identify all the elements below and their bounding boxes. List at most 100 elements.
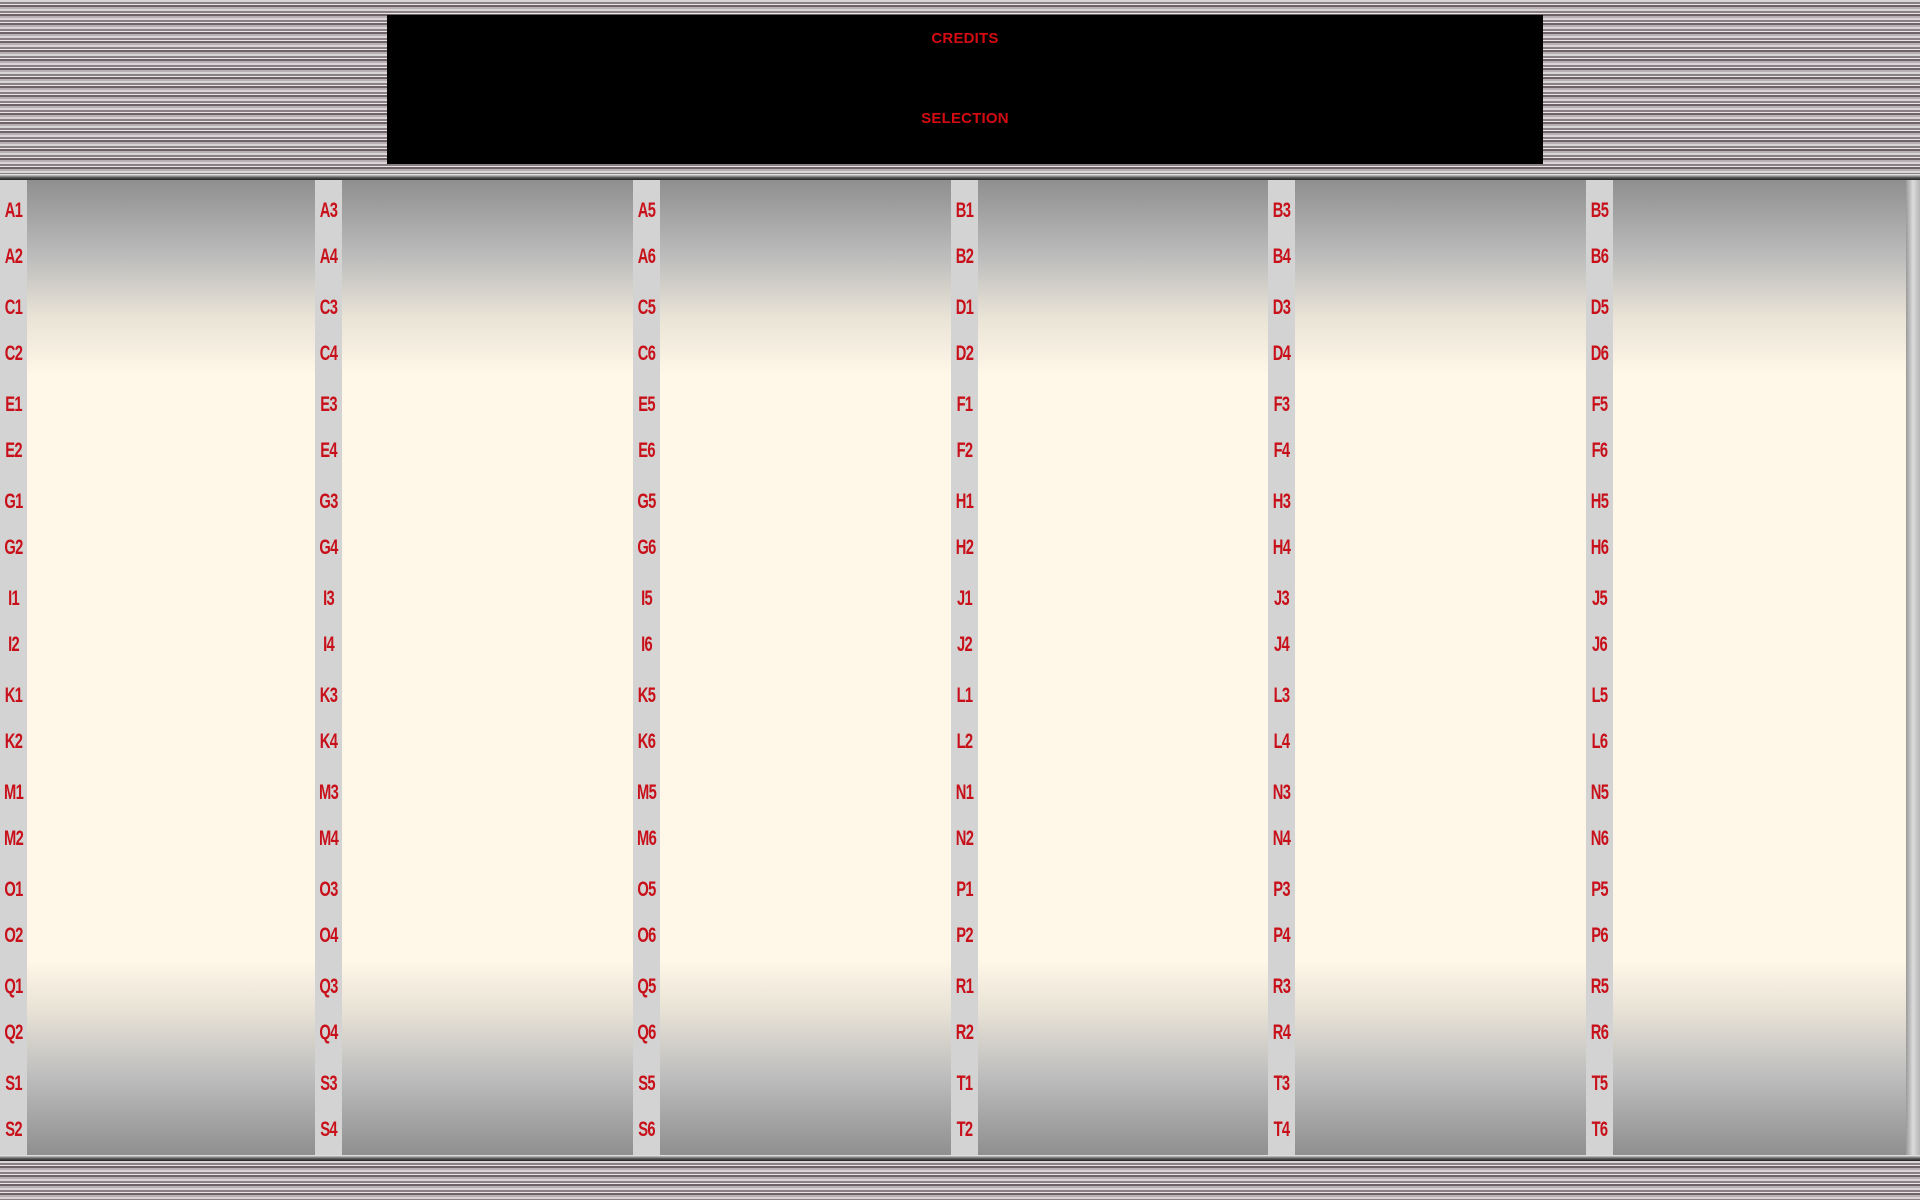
- selection-button-n5[interactable]: N5: [1590, 781, 1609, 805]
- selection-button-o6[interactable]: O6: [637, 924, 656, 948]
- selection-button-e5[interactable]: E5: [637, 393, 656, 417]
- selection-button-e1[interactable]: E1: [4, 393, 23, 417]
- selection-button-f4[interactable]: F4: [1272, 439, 1291, 463]
- selection-button-g4[interactable]: G4: [319, 536, 338, 560]
- selection-button-k3[interactable]: K3: [319, 684, 338, 708]
- selection-button-q6[interactable]: Q6: [637, 1021, 656, 1045]
- selection-button-q4[interactable]: Q4: [319, 1021, 338, 1045]
- selection-button-t6[interactable]: T6: [1590, 1118, 1609, 1142]
- selection-button-k2[interactable]: K2: [4, 730, 23, 754]
- selection-button-c6[interactable]: C6: [637, 342, 656, 366]
- selection-button-i6[interactable]: I6: [637, 633, 656, 657]
- selection-button-p5[interactable]: P5: [1590, 878, 1609, 902]
- selection-button-r3[interactable]: R3: [1272, 975, 1291, 999]
- selection-button-n4[interactable]: N4: [1272, 827, 1291, 851]
- selection-button-f2[interactable]: F2: [955, 439, 974, 463]
- selection-button-e6[interactable]: E6: [637, 439, 656, 463]
- selection-button-s5[interactable]: S5: [637, 1072, 656, 1096]
- selection-button-h4[interactable]: H4: [1272, 536, 1291, 560]
- selection-button-q5[interactable]: Q5: [637, 975, 656, 999]
- selection-button-o1[interactable]: O1: [4, 878, 23, 902]
- selection-button-d2[interactable]: D2: [955, 342, 974, 366]
- selection-button-d5[interactable]: D5: [1590, 296, 1609, 320]
- selection-button-b1[interactable]: B1: [955, 199, 974, 223]
- selection-button-c1[interactable]: C1: [4, 296, 23, 320]
- selection-button-h2[interactable]: H2: [955, 536, 974, 560]
- selection-button-d3[interactable]: D3: [1272, 296, 1291, 320]
- selection-button-p4[interactable]: P4: [1272, 924, 1291, 948]
- selection-button-f3[interactable]: F3: [1272, 393, 1291, 417]
- selection-button-j5[interactable]: J5: [1590, 587, 1609, 611]
- selection-button-e4[interactable]: E4: [319, 439, 338, 463]
- selection-button-n1[interactable]: N1: [955, 781, 974, 805]
- selection-button-a6[interactable]: A6: [637, 245, 656, 269]
- selection-button-c2[interactable]: C2: [4, 342, 23, 366]
- selection-button-r5[interactable]: R5: [1590, 975, 1609, 999]
- selection-button-m3[interactable]: M3: [319, 781, 339, 805]
- selection-button-h6[interactable]: H6: [1590, 536, 1609, 560]
- selection-button-i2[interactable]: I2: [4, 633, 23, 657]
- selection-button-m6[interactable]: M6: [637, 827, 657, 851]
- selection-button-b3[interactable]: B3: [1272, 199, 1291, 223]
- selection-button-g3[interactable]: G3: [319, 490, 338, 514]
- selection-button-l2[interactable]: L2: [955, 730, 974, 754]
- selection-button-c3[interactable]: C3: [319, 296, 338, 320]
- selection-button-g2[interactable]: G2: [4, 536, 23, 560]
- selection-button-g6[interactable]: G6: [637, 536, 656, 560]
- selection-button-p6[interactable]: P6: [1590, 924, 1609, 948]
- selection-button-q1[interactable]: Q1: [4, 975, 23, 999]
- selection-button-j1[interactable]: J1: [955, 587, 974, 611]
- selection-button-t4[interactable]: T4: [1272, 1118, 1291, 1142]
- selection-button-b2[interactable]: B2: [955, 245, 974, 269]
- selection-button-l4[interactable]: L4: [1272, 730, 1291, 754]
- selection-button-m1[interactable]: M1: [4, 781, 24, 805]
- selection-button-c5[interactable]: C5: [637, 296, 656, 320]
- selection-button-s3[interactable]: S3: [319, 1072, 338, 1096]
- selection-button-p2[interactable]: P2: [955, 924, 974, 948]
- selection-button-p1[interactable]: P1: [955, 878, 974, 902]
- selection-button-k4[interactable]: K4: [319, 730, 338, 754]
- selection-button-i1[interactable]: I1: [4, 587, 23, 611]
- selection-button-r4[interactable]: R4: [1272, 1021, 1291, 1045]
- selection-button-r1[interactable]: R1: [955, 975, 974, 999]
- selection-button-b4[interactable]: B4: [1272, 245, 1291, 269]
- selection-button-s1[interactable]: S1: [4, 1072, 23, 1096]
- selection-button-d4[interactable]: D4: [1272, 342, 1291, 366]
- selection-button-i4[interactable]: I4: [319, 633, 338, 657]
- selection-button-s4[interactable]: S4: [319, 1118, 338, 1142]
- selection-button-t3[interactable]: T3: [1272, 1072, 1291, 1096]
- selection-button-j4[interactable]: J4: [1272, 633, 1291, 657]
- selection-button-a1[interactable]: A1: [4, 199, 23, 223]
- selection-button-m5[interactable]: M5: [637, 781, 657, 805]
- selection-button-o3[interactable]: O3: [319, 878, 338, 902]
- selection-button-b5[interactable]: B5: [1590, 199, 1609, 223]
- selection-button-o2[interactable]: O2: [4, 924, 23, 948]
- selection-button-d6[interactable]: D6: [1590, 342, 1609, 366]
- selection-button-l6[interactable]: L6: [1590, 730, 1609, 754]
- selection-button-l1[interactable]: L1: [955, 684, 974, 708]
- selection-button-c4[interactable]: C4: [319, 342, 338, 366]
- selection-button-q3[interactable]: Q3: [319, 975, 338, 999]
- selection-button-e3[interactable]: E3: [319, 393, 338, 417]
- selection-button-m2[interactable]: M2: [4, 827, 24, 851]
- selection-button-a3[interactable]: A3: [319, 199, 338, 223]
- selection-button-j3[interactable]: J3: [1272, 587, 1291, 611]
- selection-button-i3[interactable]: I3: [319, 587, 338, 611]
- selection-button-p3[interactable]: P3: [1272, 878, 1291, 902]
- selection-button-l5[interactable]: L5: [1590, 684, 1609, 708]
- selection-button-t5[interactable]: T5: [1590, 1072, 1609, 1096]
- selection-button-n2[interactable]: N2: [955, 827, 974, 851]
- selection-button-s2[interactable]: S2: [4, 1118, 23, 1142]
- selection-button-h1[interactable]: H1: [955, 490, 974, 514]
- selection-button-d1[interactable]: D1: [955, 296, 974, 320]
- selection-button-j2[interactable]: J2: [955, 633, 974, 657]
- selection-button-t2[interactable]: T2: [955, 1118, 974, 1142]
- selection-button-m4[interactable]: M4: [319, 827, 339, 851]
- selection-button-k5[interactable]: K5: [637, 684, 656, 708]
- selection-button-k6[interactable]: K6: [637, 730, 656, 754]
- selection-button-o4[interactable]: O4: [319, 924, 338, 948]
- selection-button-n6[interactable]: N6: [1590, 827, 1609, 851]
- selection-button-n3[interactable]: N3: [1272, 781, 1291, 805]
- selection-button-j6[interactable]: J6: [1590, 633, 1609, 657]
- selection-button-a4[interactable]: A4: [319, 245, 338, 269]
